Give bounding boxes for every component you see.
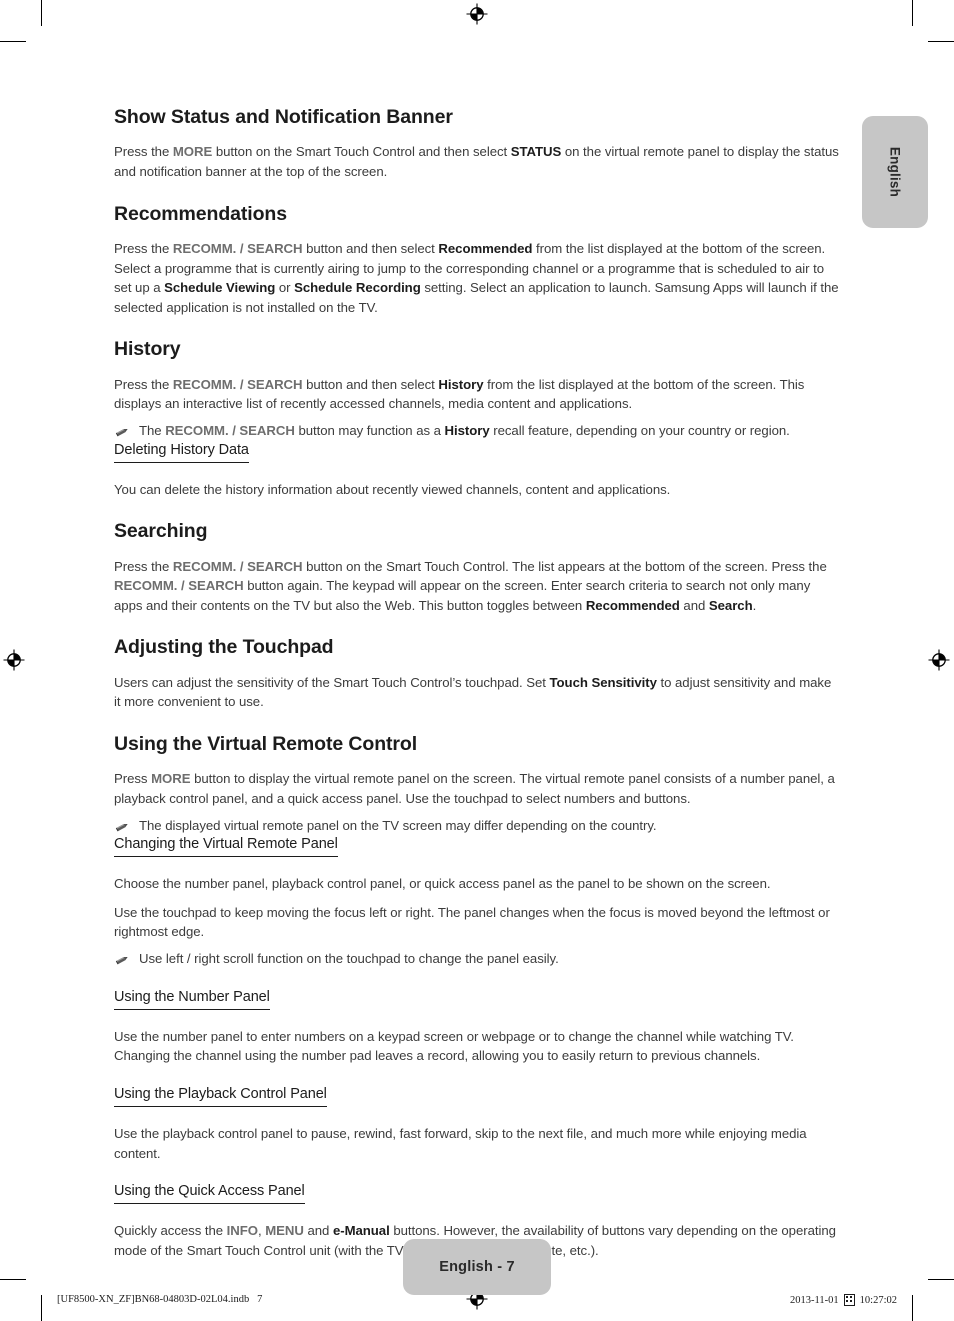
key-term: Schedule Viewing <box>164 280 276 296</box>
imposition-filename: [UF8500-XN_ZF]BN68-04803D-02L04.indb 7 <box>57 1294 263 1305</box>
button-term: MORE <box>151 771 191 787</box>
text-run: recall feature, depending on your countr… <box>489 422 790 438</box>
page-number-label: English - 7 <box>439 1259 515 1275</box>
subsection-using-the-number-panel: Using the Number Panel Use the number pan… <box>114 988 840 1066</box>
note-text: The displayed virtual remote panel on th… <box>139 816 657 836</box>
section-heading: Using the Virtual Remote Control <box>114 732 418 755</box>
text-run: Press <box>114 771 152 787</box>
section-heading: History <box>114 338 181 361</box>
page-content: Show Status and Notification Banner Press… <box>114 106 840 1280</box>
button-term: RECOMM. / SEARCH <box>165 422 295 438</box>
paragraph: Press the RECOMM. / SEARCH button and th… <box>114 375 840 414</box>
button-term: RECOMM. / SEARCH <box>172 558 303 574</box>
key-term: STATUS <box>510 144 562 160</box>
section-show-status-and-notification-banner: Show Status and Notification Banner Press… <box>114 106 840 182</box>
subsection-heading: Using the Number Panel <box>114 988 270 1010</box>
note-line: Use left / right scroll function on the … <box>114 949 840 969</box>
key-term: e-Manual <box>332 1223 390 1239</box>
manual-page: English Show Status and Notification Ban… <box>0 0 954 1321</box>
subsection-deleting-history-data: Deleting History Data You can delete the … <box>114 441 840 500</box>
text-run: Press the <box>114 240 173 256</box>
imposition-timestamp: 2013-11-01 10:27:02 <box>790 1294 897 1306</box>
paragraph: Press the MORE button on the Smart Touch… <box>114 142 840 181</box>
note-pencil-icon <box>114 952 130 968</box>
paragraph: Press MORE button to display the virtual… <box>114 769 840 808</box>
button-term: MORE <box>172 144 213 160</box>
button-term: RECOMM. / SEARCH <box>172 240 303 256</box>
note-text: Use left / right scroll function on the … <box>139 949 559 969</box>
text-run: button on the Smart Touch Control. The l… <box>302 558 827 574</box>
section-heading: Searching <box>114 520 208 543</box>
text-run: . <box>752 597 757 613</box>
text-run: The <box>139 422 166 438</box>
section-recommendations: Recommendations Press the RECOMM. / SEARC… <box>114 203 840 318</box>
text-run: Press the <box>114 558 173 574</box>
section-using-the-virtual-remote-control: Using the Virtual Remote Control Press MO… <box>114 733 840 1261</box>
note-line: The RECOMM. / SEARCH button may function… <box>114 421 840 441</box>
subsection-heading: Using the Playback Control Panel <box>114 1085 327 1108</box>
paragraph: Press the RECOMM. / SEARCH button and th… <box>114 239 840 317</box>
section-searching: Searching Press the RECOMM. / SEARCH butt… <box>114 520 840 615</box>
subsection-heading: Using the Quick Access Panel <box>114 1182 305 1205</box>
imposition-unknown-glyph-icon <box>843 1294 855 1306</box>
note-line: The displayed virtual remote panel on th… <box>114 816 840 836</box>
text-run: button and then select <box>302 376 439 392</box>
language-tab-label: English <box>887 146 903 198</box>
section-heading: Adjusting the Touchpad <box>114 636 334 659</box>
key-term: History <box>438 376 484 392</box>
text-run: and <box>303 1223 333 1239</box>
note-pencil-icon <box>114 819 130 835</box>
language-tab: English <box>862 116 928 228</box>
imposition-date: 2013-11-01 <box>790 1294 839 1306</box>
subsection-heading: Deleting History Data <box>114 441 249 463</box>
text-run: and <box>679 597 709 613</box>
text-run: Use the touchpad to keep moving the focu… <box>114 904 830 940</box>
key-term: Touch Sensitivity <box>549 674 657 690</box>
key-term: Schedule Recording <box>294 280 421 296</box>
paragraph: Users can adjust the sensitivity of the … <box>114 673 840 712</box>
text-run: button may function as a <box>294 422 445 438</box>
text-run: The displayed virtual remote panel on th… <box>139 817 657 833</box>
text-run: You can delete the history information a… <box>114 481 671 497</box>
key-term: Recommended <box>438 240 533 256</box>
text-run: Quickly access the <box>114 1223 227 1239</box>
text-run: Use left / right scroll function on the … <box>139 951 559 967</box>
paragraph: Use the touchpad to keep moving the focu… <box>114 903 840 942</box>
button-term: RECOMM. / SEARCH <box>114 578 244 594</box>
paragraph: Use the number panel to enter numbers on… <box>114 1027 840 1066</box>
subsection-heading: Changing the Virtual Remote Panel <box>114 835 338 858</box>
section-history: History Press the RECOMM. / SEARCH button… <box>114 338 840 499</box>
paragraph: You can delete the history information a… <box>114 480 840 500</box>
text-run: Use the playback control panel to pause,… <box>114 1126 807 1161</box>
note-pencil-icon <box>114 424 130 440</box>
paragraph: Press the RECOMM. / SEARCH button on the… <box>114 557 840 616</box>
text-run: button to display the virtual remote pan… <box>114 771 835 806</box>
text-run: button and then select <box>302 240 439 256</box>
paragraph: Choose the number panel, playback contro… <box>114 874 840 894</box>
paragraph: Use the playback control panel to pause,… <box>114 1124 840 1163</box>
subsection-changing-the-virtual-remote-panel: Changing the Virtual Remote Panel Choose … <box>114 835 840 969</box>
button-term: MENU <box>265 1223 304 1239</box>
text-run: Press the <box>114 144 173 160</box>
button-term: INFO <box>226 1223 258 1239</box>
text-run: Press the <box>114 376 173 392</box>
text-run: button on the Smart Touch Control and th… <box>212 144 511 160</box>
text-run: Use the number panel to enter numbers on… <box>114 1028 794 1064</box>
text-run: Choose the number panel, playback contro… <box>114 876 771 892</box>
section-heading: Show Status and Notification Banner <box>114 106 453 128</box>
section-adjusting-the-touchpad: Adjusting the Touchpad Users can adjust t… <box>114 636 840 712</box>
imposition-time: 10:27:02 <box>859 1294 897 1306</box>
text-run: Users can adjust the sensitivity of the … <box>114 674 550 690</box>
key-term: Recommended <box>585 597 680 613</box>
text-run: or <box>275 280 295 296</box>
section-heading: Recommendations <box>114 202 287 225</box>
button-term: RECOMM. / SEARCH <box>172 376 303 392</box>
subsection-using-the-playback-control-panel: Using the Playback Control Panel Use the … <box>114 1085 840 1163</box>
key-term: Search <box>708 597 753 613</box>
key-term: History <box>444 422 490 438</box>
note-text: The RECOMM. / SEARCH button may function… <box>139 421 790 441</box>
page-number-badge: English - 7 <box>403 1239 551 1295</box>
